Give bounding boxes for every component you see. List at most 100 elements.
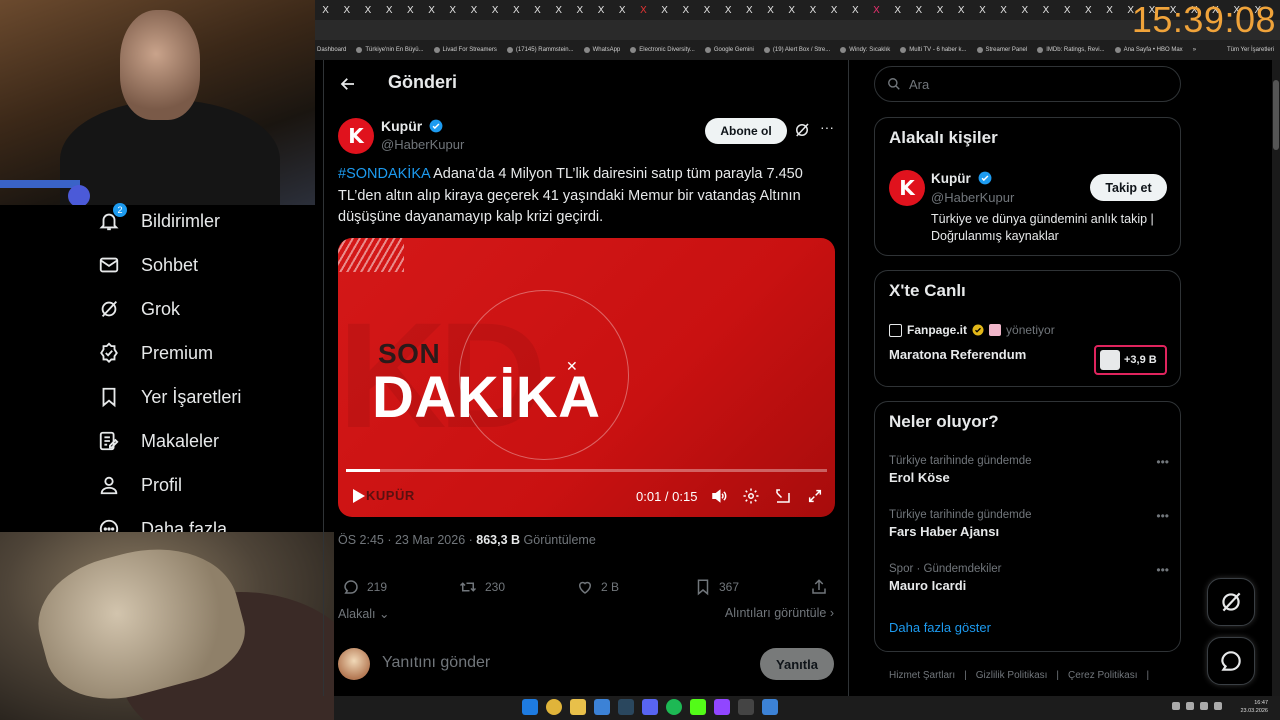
browser-tab[interactable]: X — [336, 0, 357, 20]
settings-button[interactable] — [740, 485, 762, 507]
browser-tab[interactable]: X — [675, 0, 696, 20]
bookmark-item[interactable]: Ana Sayfa • HBO Max — [1114, 47, 1183, 53]
bookmark-item[interactable]: Electronic Diversity... — [630, 47, 695, 53]
bookmark-item[interactable]: Streamer Panel — [976, 47, 1027, 53]
bookmark-item[interactable]: Google Gemini — [704, 47, 754, 53]
taskbar-clock[interactable]: 16:47 23.03.2026 — [1240, 699, 1268, 715]
twitch-icon[interactable] — [714, 699, 730, 715]
app-icon[interactable] — [762, 699, 778, 715]
browser-tab[interactable]: X — [633, 0, 654, 20]
browser-tab[interactable]: X — [824, 0, 845, 20]
browser-tab[interactable]: X — [379, 0, 400, 20]
folder-icon[interactable] — [570, 699, 586, 715]
browser-tab[interactable]: X — [802, 0, 823, 20]
nav-item-articles[interactable]: Makaleler — [95, 423, 219, 459]
trend-more-button[interactable]: ••• — [1156, 563, 1169, 577]
related-name-row[interactable]: Kupür — [931, 171, 992, 186]
browser-tab[interactable]: X — [548, 0, 569, 20]
browser-tab[interactable]: X — [463, 0, 484, 20]
video-progress-bar[interactable] — [346, 469, 827, 472]
system-tray[interactable] — [1172, 702, 1222, 710]
browser-tab[interactable]: X — [929, 0, 950, 20]
footer-link[interactable]: Hizmet Şartları — [889, 670, 955, 681]
trend-item[interactable]: Spor · Gündemdekiler Mauro Icardi ••• — [889, 563, 1169, 603]
browser-tab[interactable]: X — [908, 0, 929, 20]
bookmark-item[interactable]: Livad For Streamers — [433, 47, 497, 53]
bookmark-item[interactable]: WhatsApp — [583, 47, 620, 53]
grok-explain-button[interactable] — [793, 121, 813, 141]
browser-tab[interactable]: X — [845, 0, 866, 20]
trend-item[interactable]: Türkiye tarihinde gündemde Fars Haber Aj… — [889, 509, 1169, 549]
user-avatar[interactable] — [338, 648, 370, 680]
browser-tab[interactable]: X — [506, 0, 527, 20]
replies-sort-dropdown[interactable]: Alakalı ⌄ — [338, 606, 390, 621]
show-more-link[interactable]: Daha fazla göster — [889, 620, 991, 635]
messages-fab-button[interactable] — [1207, 637, 1255, 685]
reply-action[interactable]: 219 — [342, 576, 387, 598]
bookmark-item[interactable]: Dashboard — [317, 47, 346, 53]
bookmark-item[interactable]: Türkiye'nin En Büyü... — [356, 47, 424, 53]
browser-tab[interactable]: X — [442, 0, 463, 20]
subscribe-button[interactable]: Abone ol — [705, 118, 787, 144]
discord-icon[interactable] — [642, 699, 658, 715]
app-icon[interactable] — [738, 699, 754, 715]
post-video[interactable]: KD SON DAKİKA ✕ KUPÜR 0:01 / 0:15 — [338, 238, 835, 517]
live-host-row[interactable]: Fanpage.it yönetiyor — [889, 323, 1055, 337]
reply-button[interactable]: Yanıtla — [760, 648, 834, 680]
related-name[interactable]: Kupür — [931, 171, 971, 186]
live-stream-title[interactable]: Maratona Referendum — [889, 347, 1026, 362]
grok-fab-button[interactable] — [1207, 578, 1255, 626]
bookmark-item[interactable]: IMDb: Ratings, Revi... — [1037, 47, 1105, 53]
nav-item-profile[interactable]: Profil — [95, 467, 182, 503]
search-box[interactable]: Ara — [874, 66, 1181, 102]
browser-tab[interactable]: X — [1014, 0, 1035, 20]
browser-tab[interactable]: X — [1057, 0, 1078, 20]
fullscreen-button[interactable] — [804, 485, 826, 507]
share-action[interactable] — [810, 576, 828, 598]
chrome-icon[interactable] — [546, 699, 562, 715]
footer-link[interactable]: Gizlilik Politikası — [976, 670, 1048, 681]
author-name[interactable]: Kupür — [381, 118, 422, 134]
browser-tab[interactable]: X — [654, 0, 675, 20]
view-quotes-link[interactable]: Alıntıları görüntüle › — [725, 606, 834, 620]
volume-button[interactable] — [708, 485, 730, 507]
all-bookmarks-button[interactable]: Tüm Yer İşaretleri — [1227, 47, 1274, 53]
browser-tab[interactable]: X — [590, 0, 611, 20]
like-action[interactable]: 2 B — [576, 576, 619, 598]
browser-tab[interactable]: X — [421, 0, 442, 20]
browser-tab[interactable]: X — [1078, 0, 1099, 20]
author-handle[interactable]: @HaberKupur — [381, 137, 464, 152]
browser-tab[interactable]: X — [1099, 0, 1120, 20]
browser-tab[interactable]: X — [739, 0, 760, 20]
browser-tab[interactable]: X — [760, 0, 781, 20]
browser-tab[interactable]: X — [315, 0, 336, 20]
browser-tab[interactable]: X — [357, 0, 378, 20]
nav-item-chat[interactable]: Sohbet — [95, 247, 198, 283]
author-avatar[interactable]: K — [338, 118, 374, 154]
live-listeners-pill[interactable]: +3,9 B — [1094, 345, 1167, 375]
windows-start-icon[interactable] — [522, 699, 538, 715]
back-button[interactable] — [334, 70, 362, 98]
trend-more-button[interactable]: ••• — [1156, 509, 1169, 523]
kick-icon[interactable] — [690, 699, 706, 715]
browser-tab[interactable]: X — [972, 0, 993, 20]
follow-button[interactable]: Takip et — [1090, 174, 1167, 201]
nav-item-grok[interactable]: Grok — [95, 291, 180, 327]
browser-tab[interactable]: X — [485, 0, 506, 20]
bookmarks-overflow-button[interactable]: » — [1193, 47, 1196, 53]
page-scrollbar[interactable] — [1272, 60, 1280, 696]
scrollbar-thumb[interactable] — [1273, 80, 1279, 150]
repost-action[interactable]: 230 — [458, 576, 505, 598]
hashtag-link[interactable]: #SONDAKİKA — [338, 166, 430, 182]
browser-tab[interactable]: X — [993, 0, 1014, 20]
bookmark-action[interactable]: 367 — [694, 576, 739, 598]
bookmark-item[interactable]: Multi TV - 6 haber k... — [900, 47, 967, 53]
steam-icon[interactable] — [618, 699, 634, 715]
nav-item-notifications[interactable]: 2 Bildirimler — [95, 203, 220, 239]
browser-tab[interactable]: X — [569, 0, 590, 20]
reply-input[interactable]: Yanıtını gönder — [382, 654, 490, 672]
nav-item-premium[interactable]: Premium — [95, 335, 213, 371]
footer-link[interactable]: Çerez Politikası — [1068, 670, 1137, 681]
trend-item[interactable]: Türkiye tarihinde gündemde Erol Köse ••• — [889, 455, 1169, 495]
browser-tab[interactable]: X — [887, 0, 908, 20]
